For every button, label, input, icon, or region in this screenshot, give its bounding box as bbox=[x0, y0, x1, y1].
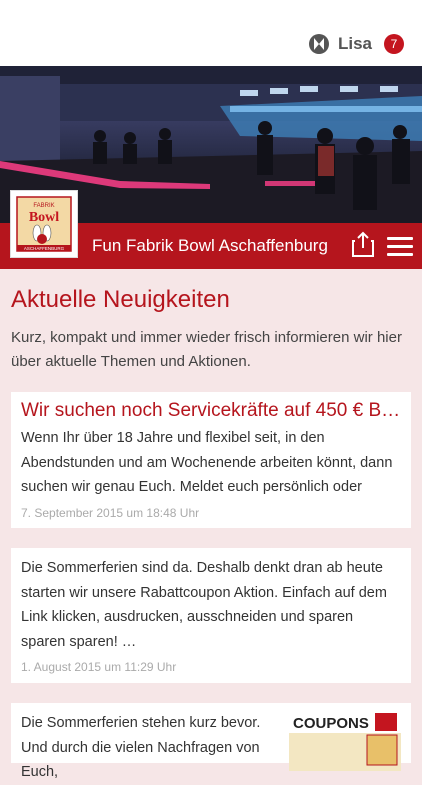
venue-logo-image: FABRIK Bowl ASCHAFFENBURG bbox=[14, 194, 74, 254]
svg-text:FABRIK: FABRIK bbox=[33, 203, 54, 209]
section-intro: Kurz, kompakt und immer wieder frisch in… bbox=[11, 329, 402, 370]
user-name[interactable]: Lisa bbox=[338, 34, 372, 54]
venue-name: Fun Fabrik Bowl Aschaffenburg bbox=[92, 236, 328, 255]
svg-text:ASCHAFFENBURG: ASCHAFFENBURG bbox=[24, 246, 65, 251]
news-date: 7. September 2015 um 18:48 Uhr bbox=[21, 505, 200, 520]
news-body: Wenn Ihr über 18 Jahre und flexibel seit… bbox=[21, 430, 393, 495]
news-card[interactable]: Die Sommerferien sind da. Deshalb denkt … bbox=[11, 548, 411, 683]
app-logo-icon bbox=[308, 34, 329, 54]
news-body: Die Sommerferien stehen kurz bevor. Und … bbox=[21, 715, 261, 780]
top-bar: Lisa 7 bbox=[0, 0, 422, 66]
svg-text:COUPONS: COUPONS bbox=[293, 715, 369, 732]
share-icon[interactable] bbox=[352, 231, 374, 257]
news-body: Die Sommerferien sind da. Deshalb denkt … bbox=[21, 560, 387, 650]
notification-badge[interactable]: 7 bbox=[384, 34, 404, 54]
news-card[interactable]: Wir suchen noch Servicekräfte auf 450 € … bbox=[11, 392, 411, 528]
news-date: 1. August 2015 um 11:29 Uhr bbox=[21, 660, 177, 674]
svg-text:Bowl: Bowl bbox=[29, 210, 59, 225]
news-title[interactable]: Wir suchen noch Servicekräfte auf 450 € … bbox=[21, 400, 401, 422]
section-heading: Aktuelle Neuigkeiten bbox=[11, 286, 230, 313]
venue-logo: FABRIK Bowl ASCHAFFENBURG bbox=[10, 190, 78, 258]
user-account[interactable]: Lisa 7 bbox=[308, 32, 404, 56]
news-card[interactable]: Die Sommerferien stehen kurz bevor. Und … bbox=[11, 703, 411, 780]
hamburger-menu-icon[interactable] bbox=[387, 237, 413, 257]
coupon-image: COUPONS bbox=[289, 711, 401, 771]
